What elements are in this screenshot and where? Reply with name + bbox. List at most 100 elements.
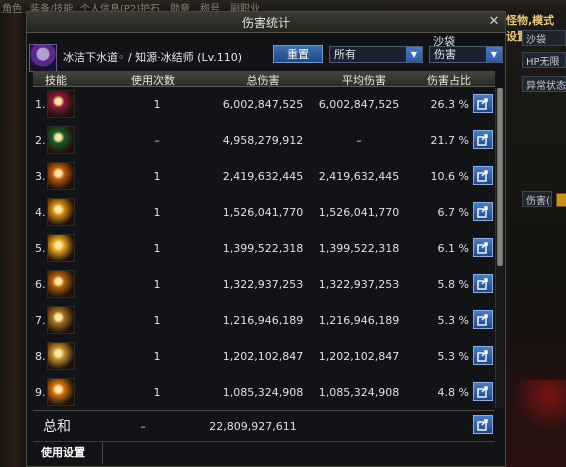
share-icon — [477, 350, 488, 362]
skill-icon[interactable] — [47, 270, 75, 298]
controls-row: 冰洁下水道◦ / 知源·冰结师 (Lv.110) 重置 所有 ▼ 沙袋 伤害 ▼ — [27, 34, 505, 72]
header-skill[interactable]: 技能 — [41, 72, 71, 88]
share-button[interactable] — [473, 346, 493, 365]
share-button[interactable] — [473, 274, 493, 293]
character-name: 冰洁下水道◦ / 知源·冰结师 (Lv.110) — [63, 51, 243, 64]
row-number: 6. — [35, 278, 46, 291]
damage-del-setting[interactable]: 伤害(Del) — [522, 191, 552, 207]
avg-damage-cell: 1,202,102,847 — [318, 350, 400, 363]
use-count: 1 — [153, 314, 161, 327]
table-row[interactable]: 6. 1 1,322,937,253 1,322,937,253 5.8 % — [33, 268, 495, 300]
share-button[interactable] — [473, 94, 493, 113]
damage-share-cell: 4.8 % — [437, 386, 469, 399]
damage-share-cell: 10.6 % — [430, 170, 469, 183]
avg-damage-cell: 2,419,632,445 — [318, 170, 400, 183]
table-row[interactable]: 1. 1 6,002,847,525 6,002,847,525 26.3 % — [33, 88, 495, 120]
row-number: 5. — [35, 242, 46, 255]
header-avg-damage[interactable]: 平均伤害 — [319, 72, 409, 88]
reset-button[interactable]: 重置 — [273, 45, 323, 63]
skill-icon[interactable] — [47, 342, 75, 370]
share-button[interactable] — [473, 310, 493, 329]
table-row[interactable]: 7. 1 1,216,946,189 1,216,946,189 5.3 % — [33, 304, 495, 336]
hp-infinite-setting[interactable]: HP无限 — [522, 52, 566, 68]
row-number: 2. — [35, 134, 46, 147]
row-number: 3. — [35, 170, 46, 183]
skill-icon[interactable] — [47, 234, 75, 262]
sandbag-setting[interactable]: 沙袋 — [522, 30, 566, 46]
damage-share-cell: 21.7 % — [430, 134, 469, 147]
chevron-down-icon: ▼ — [486, 47, 502, 62]
use-count: 1 — [153, 242, 161, 255]
scroll-thumb[interactable] — [497, 88, 503, 266]
background-tab[interactable]: 角色 — [2, 0, 22, 15]
total-count: – — [140, 420, 146, 433]
header-use-count[interactable]: 使用次数 — [113, 72, 193, 88]
total-row: 总和 – 22,809,927,611 — [33, 410, 495, 441]
total-label: 总和 — [43, 419, 71, 435]
share-button[interactable] — [473, 238, 493, 257]
stat-select-value: 伤害 — [434, 48, 456, 61]
table-row[interactable]: 9. 1 1,085,324,908 1,085,324,908 4.8 % — [33, 376, 495, 408]
table-row[interactable]: 5. 1 1,399,522,318 1,399,522,318 6.1 % — [33, 232, 495, 264]
avg-damage-cell: 1,216,946,189 — [318, 314, 400, 327]
title-bar[interactable]: 伤害统计 ✕ — [27, 12, 505, 33]
use-count: 1 — [153, 98, 161, 111]
background-left-panel — [0, 0, 26, 467]
share-button[interactable] — [473, 202, 493, 221]
use-count: 1 — [153, 386, 161, 399]
share-icon — [477, 386, 488, 398]
avg-damage-cell: 1,399,522,318 — [318, 242, 400, 255]
skill-icon[interactable] — [47, 306, 75, 334]
damage-share-cell: 26.3 % — [430, 98, 469, 111]
total-share-button[interactable] — [473, 415, 493, 434]
damage-share-cell: 5.3 % — [437, 314, 469, 327]
abnormal-status-setting[interactable]: 异常状态 — [522, 76, 566, 92]
total-damage: 22,809,927,611 — [209, 420, 297, 433]
avg-damage-cell: 1,526,041,770 — [318, 206, 400, 219]
avg-damage-cell: – — [356, 134, 362, 147]
share-icon — [477, 170, 488, 182]
table-row[interactable]: 8. 1 1,202,102,847 1,202,102,847 5.3 % — [33, 340, 495, 372]
table-header: 技能 使用次数 总伤害 平均伤害 伤害占比 — [33, 71, 495, 87]
damage-stats-window: 伤害统计 ✕ 冰洁下水道◦ / 知源·冰结师 (Lv.110) 重置 所有 ▼ … — [26, 11, 506, 467]
avg-damage-cell: 1,322,937,253 — [318, 278, 400, 291]
share-button[interactable] — [473, 166, 493, 185]
table-row[interactable]: 2. –4,958,279,912–21.7 % — [33, 124, 495, 156]
background-effect — [510, 380, 566, 430]
skill-icon[interactable] — [47, 378, 75, 406]
share-icon — [477, 98, 488, 110]
share-icon — [477, 419, 488, 431]
avg-damage-cell: 6,002,847,525 — [318, 98, 400, 111]
scrollbar[interactable] — [495, 88, 504, 408]
share-button[interactable] — [473, 130, 493, 149]
share-icon — [477, 278, 488, 290]
use-count: 1 — [153, 350, 161, 363]
use-count: 1 — [153, 206, 161, 219]
chevron-down-icon: ▼ — [406, 47, 422, 62]
share-icon — [477, 242, 488, 254]
damage-share-cell: 5.8 % — [437, 278, 469, 291]
close-button[interactable]: ✕ — [487, 15, 501, 29]
share-button[interactable] — [473, 382, 493, 401]
skill-icon[interactable] — [47, 198, 75, 226]
share-icon — [477, 206, 488, 218]
filter-select-value: 所有 — [334, 48, 356, 61]
table-row[interactable]: 3. 1 2,419,632,445 2,419,632,445 10.6 % — [33, 160, 495, 192]
filter-select[interactable]: 所有 ▼ — [329, 46, 423, 63]
row-number: 9. — [35, 386, 46, 399]
table-row[interactable]: 4. 1 1,526,041,770 1,526,041,770 6.7 % — [33, 196, 495, 228]
window-title: 伤害统计 — [241, 16, 290, 30]
usage-settings-tab[interactable]: 使用设置 — [33, 442, 103, 464]
header-damage-share[interactable]: 伤害占比 — [409, 72, 489, 88]
share-icon — [477, 314, 488, 326]
stat-select[interactable]: 伤害 ▼ — [429, 46, 503, 63]
skill-icon[interactable] — [47, 90, 75, 118]
row-number: 1. — [35, 98, 46, 111]
use-count: 1 — [153, 278, 161, 291]
skill-icon[interactable] — [47, 162, 75, 190]
damage-share-cell: 6.7 % — [437, 206, 469, 219]
damage-checkbox[interactable] — [556, 193, 566, 207]
skill-icon[interactable] — [47, 126, 75, 154]
header-total-damage[interactable]: 总伤害 — [223, 72, 303, 88]
character-avatar — [29, 44, 57, 72]
